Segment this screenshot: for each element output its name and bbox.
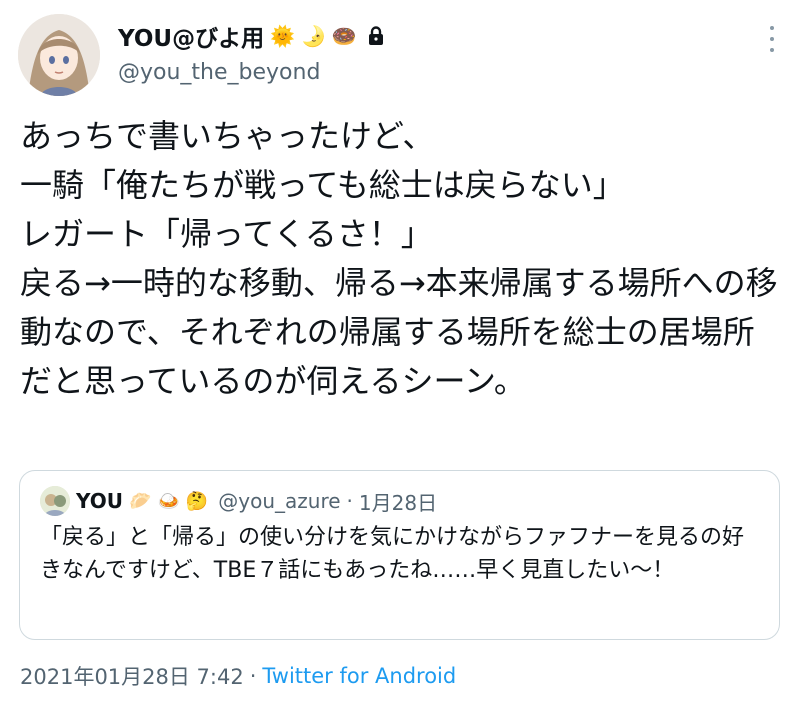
quoted-date: 1月28日 <box>358 490 438 515</box>
tweet-text: あっちで書いちゃったけど、 一騎「俺たちが戦っても総士は戻らない」 レガート「帰… <box>20 117 778 400</box>
more-vertical-icon[interactable] <box>766 26 778 52</box>
quoted-author-name: YOU <box>76 489 124 513</box>
quoted-author-handle: @you_azure <box>218 489 341 513</box>
donut-emoji: 🍩 <box>331 24 357 48</box>
quoted-tweet-text: 「戻る」と「帰る」の使い分けを気にかけながらファフナーを見るの好きなんですけど、… <box>40 525 745 583</box>
curry-emoji: 🍛 <box>157 490 180 512</box>
author-handle[interactable]: @you_the_beyond <box>118 60 320 85</box>
author-avatar[interactable] <box>18 14 100 96</box>
tweet-meta: 2021年01月28日 7:42 · Twitter for Android <box>20 660 456 692</box>
author-name-row[interactable]: YOU@びよ用 🌞 🌛 🍩 <box>118 20 385 52</box>
quoted-tweet-header: YOU 🥟 🍛 🤔 @you_azure · 1月28日 <box>40 485 437 517</box>
meta-separator: · <box>249 664 257 688</box>
quoted-tweet-card[interactable]: YOU 🥟 🍛 🤔 @you_azure · 1月28日 「戻る」と「帰る」の使… <box>19 470 780 640</box>
dumpling-emoji: 🥟 <box>129 490 152 512</box>
quoted-author-avatar <box>40 486 70 516</box>
lock-icon <box>367 26 385 46</box>
quoted-separator: · <box>346 489 353 513</box>
moon-emoji: 🌛 <box>300 24 326 48</box>
avatar-illustration <box>18 14 100 96</box>
sun-emoji: 🌞 <box>270 24 295 48</box>
tweet-timestamp[interactable]: 2021年01月28日 7:42 <box>20 661 244 691</box>
author-display-name[interactable]: YOU@びよ用 <box>118 19 264 53</box>
thinking-emoji: 🤔 <box>185 490 209 512</box>
tweet-source-link[interactable]: Twitter for Android <box>262 664 456 688</box>
